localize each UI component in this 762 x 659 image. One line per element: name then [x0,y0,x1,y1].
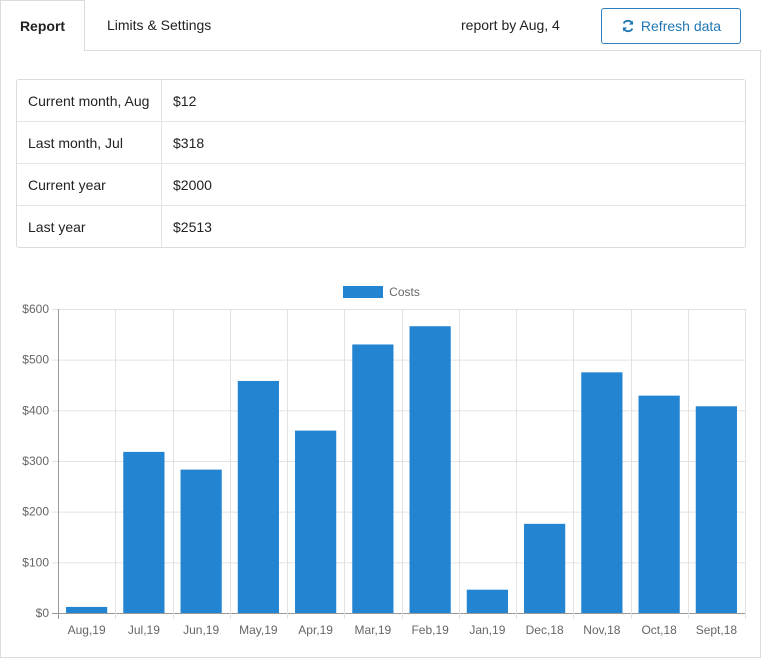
x-tick-label: Nov,18 [583,623,620,637]
y-tick-label: $0 [36,606,50,620]
x-tick-label: Aug,19 [68,623,106,637]
y-tick-label: $500 [22,353,49,367]
bar[interactable] [524,523,566,613]
refresh-icon [622,19,634,33]
table-row: Last year $2513 [17,206,745,247]
x-tick-label: Jul,19 [128,623,160,637]
y-tick-label: $600 [22,302,49,316]
x-tick-label: Jun,19 [183,623,219,637]
bar[interactable] [409,326,451,613]
row-label: Last month, Jul [17,122,162,164]
row-label: Last year [17,206,162,247]
x-tick-label: Apr,19 [298,623,333,637]
bar[interactable] [180,469,222,613]
tab-report[interactable]: Report [0,0,85,51]
top-bar: Report Limits & Settings report by Aug, … [0,0,762,51]
bar[interactable] [581,372,623,613]
y-tick-label: $400 [22,403,49,417]
table-row: Current year $2000 [17,164,745,206]
y-tick-label: $300 [22,454,49,468]
report-panel: Current month, Aug $12 Last month, Jul $… [0,50,761,658]
refresh-data-button[interactable]: Refresh data [601,8,741,44]
bar[interactable] [352,344,394,613]
costs-chart: Costs $0 $100 $200 $300 $400 $500 $600 Aug,19 Ju… [1,280,762,655]
row-label: Current year [17,164,162,206]
bar[interactable] [695,406,737,613]
bar[interactable] [66,606,108,613]
refresh-label: Refresh data [640,18,722,34]
x-tick-label: May,19 [239,623,278,637]
x-tick-label: Oct,18 [641,623,677,637]
x-tick-label: Sept,18 [696,623,738,637]
row-value: $12 [162,80,745,122]
x-tick-label: Jan,19 [469,623,505,637]
bar[interactable] [237,380,279,613]
x-tick-label: Dec,18 [526,623,564,637]
table-row: Current month, Aug $12 [17,80,745,122]
summary-table: Current month, Aug $12 Last month, Jul $… [16,79,746,248]
row-value: $318 [162,122,745,164]
row-value: $2000 [162,164,745,206]
bar[interactable] [123,451,165,613]
bar-chart: $0 $100 $200 $300 $400 $500 $600 Aug,19 Jul,19 Ju… [22,302,746,637]
row-label: Current month, Aug [17,80,162,122]
y-tick-label: $200 [22,505,49,519]
report-date: report by Aug, 4 [461,17,560,33]
bar[interactable] [295,430,337,613]
row-value: $2513 [173,218,212,235]
bar[interactable] [638,395,680,613]
x-tick-label: Feb,19 [411,623,449,637]
table-row: Last month, Jul $318 [17,122,745,164]
tab-limits-settings[interactable]: Limits & Settings [107,0,211,50]
bar[interactable] [466,589,508,613]
y-tick-label: $100 [22,555,49,569]
x-tick-label: Mar,19 [355,623,392,637]
